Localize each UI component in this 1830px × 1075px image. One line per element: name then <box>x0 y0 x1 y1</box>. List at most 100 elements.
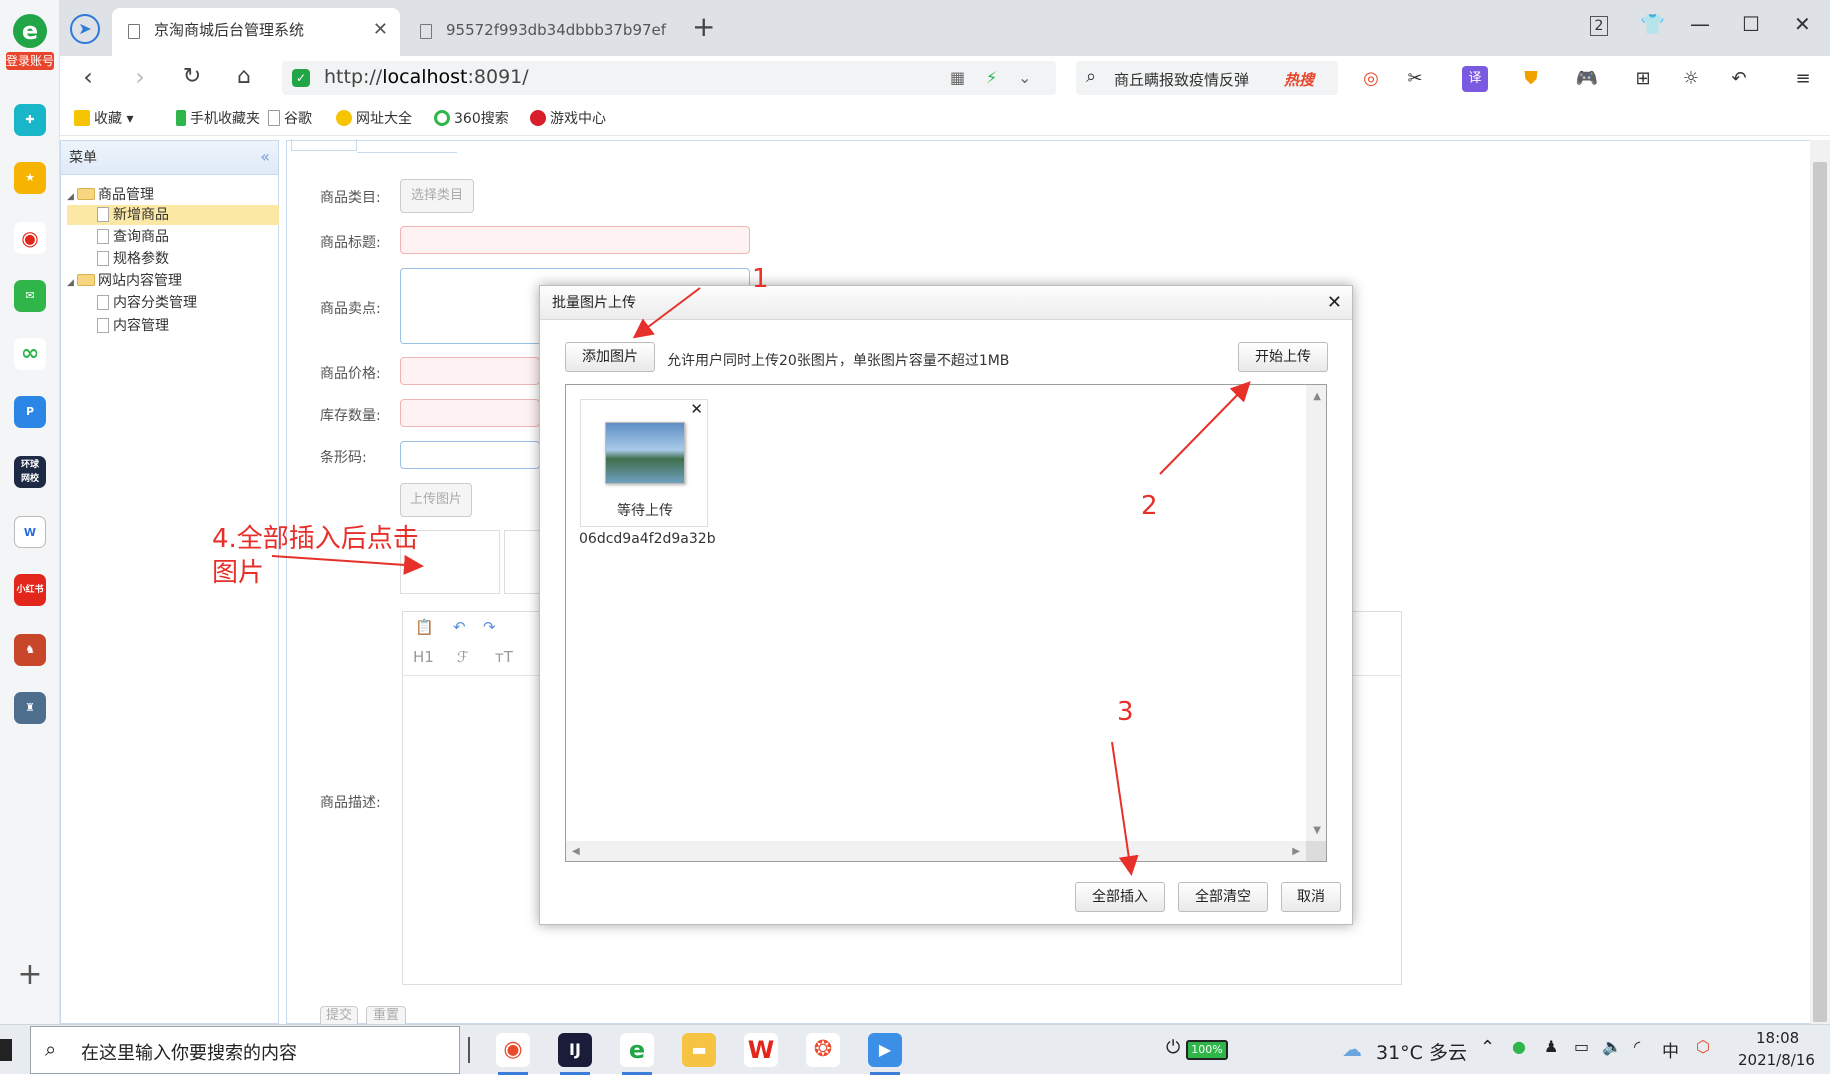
html5-icon[interactable]: ⬡ <box>1696 1037 1710 1056</box>
weather-text[interactable]: 31°C 多云 <box>1376 1038 1467 1065</box>
chrome-icon[interactable]: ◉ <box>496 1033 530 1075</box>
back-icon[interactable]: ‹ <box>72 62 104 94</box>
address-bar[interactable]: ✓ http://localhost:8091/ ▦ ⚡ ⌄ <box>282 61 1056 95</box>
navigation-arrow-icon[interactable]: ➤ <box>70 14 100 44</box>
bookmark-url-nav[interactable]: 网址大全 <box>336 108 412 128</box>
scroll-left-arrow-icon[interactable]: ◀ <box>572 846 580 857</box>
file-list-vertical-scrollbar[interactable] <box>1306 385 1326 843</box>
paste-icon[interactable]: 📋 <box>415 618 434 636</box>
expand-arrow-icon[interactable]: ◢ <box>67 273 77 293</box>
bookmark-favorites[interactable]: 收藏 ▾ <box>74 108 133 128</box>
weibo-icon[interactable]: ◉ <box>14 222 46 254</box>
school-app-icon[interactable]: 环球 网校 <box>14 456 46 488</box>
expand-arrow-icon[interactable]: ◢ <box>67 187 77 207</box>
insert-all-button[interactable]: 全部插入 <box>1075 882 1165 912</box>
scroll-down-arrow-icon[interactable]: ▼ <box>1313 825 1321 836</box>
scroll-up-arrow-icon[interactable]: ▲ <box>1313 391 1321 402</box>
tree-item-spec-params[interactable]: 规格参数 <box>97 249 169 269</box>
qr-code-icon[interactable]: ▦ <box>950 68 965 87</box>
wechat-icon[interactable]: ● <box>1512 1037 1526 1056</box>
price-input[interactable] <box>400 357 540 385</box>
video-player-icon[interactable]: ▶ <box>868 1033 902 1075</box>
font-size-dropdown[interactable]: тT <box>495 648 513 666</box>
tree-item-content-category[interactable]: 内容分类管理 <box>97 293 197 313</box>
page-scroll-thumb[interactable] <box>1813 162 1827 1022</box>
skin-shirt-icon[interactable]: 👕 <box>1640 12 1665 36</box>
game-app-icon[interactable]: ♞ <box>14 634 46 666</box>
tree-item-content-management[interactable]: 内容管理 <box>97 316 169 336</box>
maximize-icon[interactable]: ☐ <box>1742 12 1760 36</box>
plus-app-icon[interactable]: ✚ <box>14 104 46 136</box>
search-box[interactable]: ⌕ 商丘瞒报致疫情反弹 热搜 <box>1076 61 1338 95</box>
undo-icon[interactable]: ↶ <box>1726 66 1752 92</box>
tab-image-file[interactable]: 95572f993db34dbbb37b97ef <box>404 8 680 56</box>
forward-icon[interactable]: › <box>124 62 156 94</box>
font-family-dropdown[interactable]: ℱ <box>457 648 469 666</box>
cloud-app-icon[interactable]: ∞ <box>14 338 46 370</box>
bookmark-mobile[interactable]: 手机收藏夹 <box>176 108 260 128</box>
apps-grid-icon[interactable]: ⊞ <box>1630 66 1656 92</box>
bookmark-game-center[interactable]: 游戏中心 <box>530 108 606 128</box>
cancel-button[interactable]: 取消 <box>1281 882 1341 912</box>
title-input[interactable] <box>400 226 750 254</box>
remove-file-icon[interactable]: ✕ <box>690 400 703 418</box>
menu-icon[interactable]: ≡ <box>1790 66 1816 92</box>
game-controller-icon[interactable]: 🎮 <box>1574 66 1600 92</box>
volume-icon[interactable]: 🔈 <box>1602 1037 1622 1056</box>
file-explorer-icon[interactable]: ▬ <box>682 1033 716 1067</box>
p-app-icon[interactable]: P <box>14 396 46 428</box>
scroll-right-arrow-icon[interactable]: ▶ <box>1292 846 1300 857</box>
tab-jingtao-admin[interactable]: 京淘商城后台管理系统 ✕ <box>112 8 400 56</box>
select-category-button[interactable]: 选择类目 <box>400 179 474 213</box>
brightness-icon[interactable]: ☼ <box>1678 66 1704 92</box>
display-icon[interactable]: ▭ <box>1574 1037 1589 1056</box>
tree-folder-site-content[interactable]: ◢ 网站内容管理 <box>67 271 182 291</box>
reload-icon[interactable]: ↻ <box>176 62 208 94</box>
shield-coin-icon[interactable]: ⛊ <box>1518 66 1544 92</box>
tree-folder-product-management[interactable]: ◢ 商品管理 <box>67 185 154 205</box>
submit-button[interactable]: 提交 <box>320 1006 358 1024</box>
content-tab[interactable] <box>291 139 357 151</box>
minimize-icon[interactable]: — <box>1690 12 1710 36</box>
login-account-label[interactable]: 登录账号 <box>6 52 54 70</box>
wps-icon[interactable]: W <box>744 1033 778 1067</box>
chrome-like-ext-icon[interactable]: ◎ <box>1358 66 1384 92</box>
bookmark-360[interactable]: 360搜索 <box>434 108 509 128</box>
clear-all-button[interactable]: 全部清空 <box>1178 882 1268 912</box>
taskbar-search-placeholder[interactable]: 在这里输入你要搜索的内容 <box>81 1039 297 1065</box>
close-window-icon[interactable]: ✕ <box>1794 12 1811 36</box>
home-icon[interactable]: ⌂ <box>228 62 260 94</box>
scissors-icon[interactable]: ✂ <box>1402 66 1428 92</box>
intellij-icon[interactable]: IJ <box>558 1033 592 1075</box>
lightning-icon[interactable]: ⚡ <box>986 68 997 87</box>
windows-start-icon[interactable] <box>0 1039 12 1061</box>
chrome-alt-icon[interactable]: ❂ <box>806 1033 840 1067</box>
taskbar-search[interactable]: ⌕ 在这里输入你要搜索的内容 <box>30 1026 460 1074</box>
360-browser-icon[interactable]: e <box>620 1033 654 1075</box>
file-thumbnail-card[interactable]: ✕ 等待上传 <box>580 399 708 527</box>
clock-date[interactable]: 2021/8/16 <box>1738 1051 1815 1069</box>
ime-indicator[interactable]: 中 <box>1662 1037 1679 1062</box>
plug-icon[interactable]: ⏻ <box>1166 1037 1180 1058</box>
wifi-icon[interactable]: ◜ <box>1634 1037 1640 1056</box>
chevron-down-icon[interactable]: ⌄ <box>1018 68 1031 87</box>
tree-item-add-product[interactable]: 新增商品 <box>67 205 279 225</box>
clock-time[interactable]: 18:08 <box>1756 1029 1799 1047</box>
word-doc-icon[interactable]: W <box>14 516 46 548</box>
mail-icon[interactable]: ✉ <box>14 280 46 312</box>
barcode-input[interactable] <box>400 441 540 469</box>
browser-logo[interactable]: e 登录账号 <box>6 14 54 74</box>
url-text[interactable]: http://localhost:8091/ <box>324 66 529 88</box>
image-slot[interactable] <box>504 530 544 594</box>
reset-button[interactable]: 重置 <box>366 1006 406 1024</box>
add-app-icon[interactable]: + <box>14 960 46 992</box>
hot-search-badge[interactable]: 热搜 <box>1284 69 1314 90</box>
redo-icon[interactable]: ↷ <box>483 618 496 636</box>
collapse-double-left-icon[interactable]: « <box>260 147 270 166</box>
dialog-close-icon[interactable]: ✕ <box>1327 292 1342 313</box>
undo-icon[interactable]: ↶ <box>453 618 466 636</box>
file-list-horizontal-scrollbar[interactable] <box>566 841 1308 861</box>
add-image-button[interactable]: 添加图片 <box>565 342 655 372</box>
page-scrollbar[interactable] <box>1810 140 1830 1024</box>
bookmark-google[interactable]: 谷歌 <box>268 108 312 128</box>
